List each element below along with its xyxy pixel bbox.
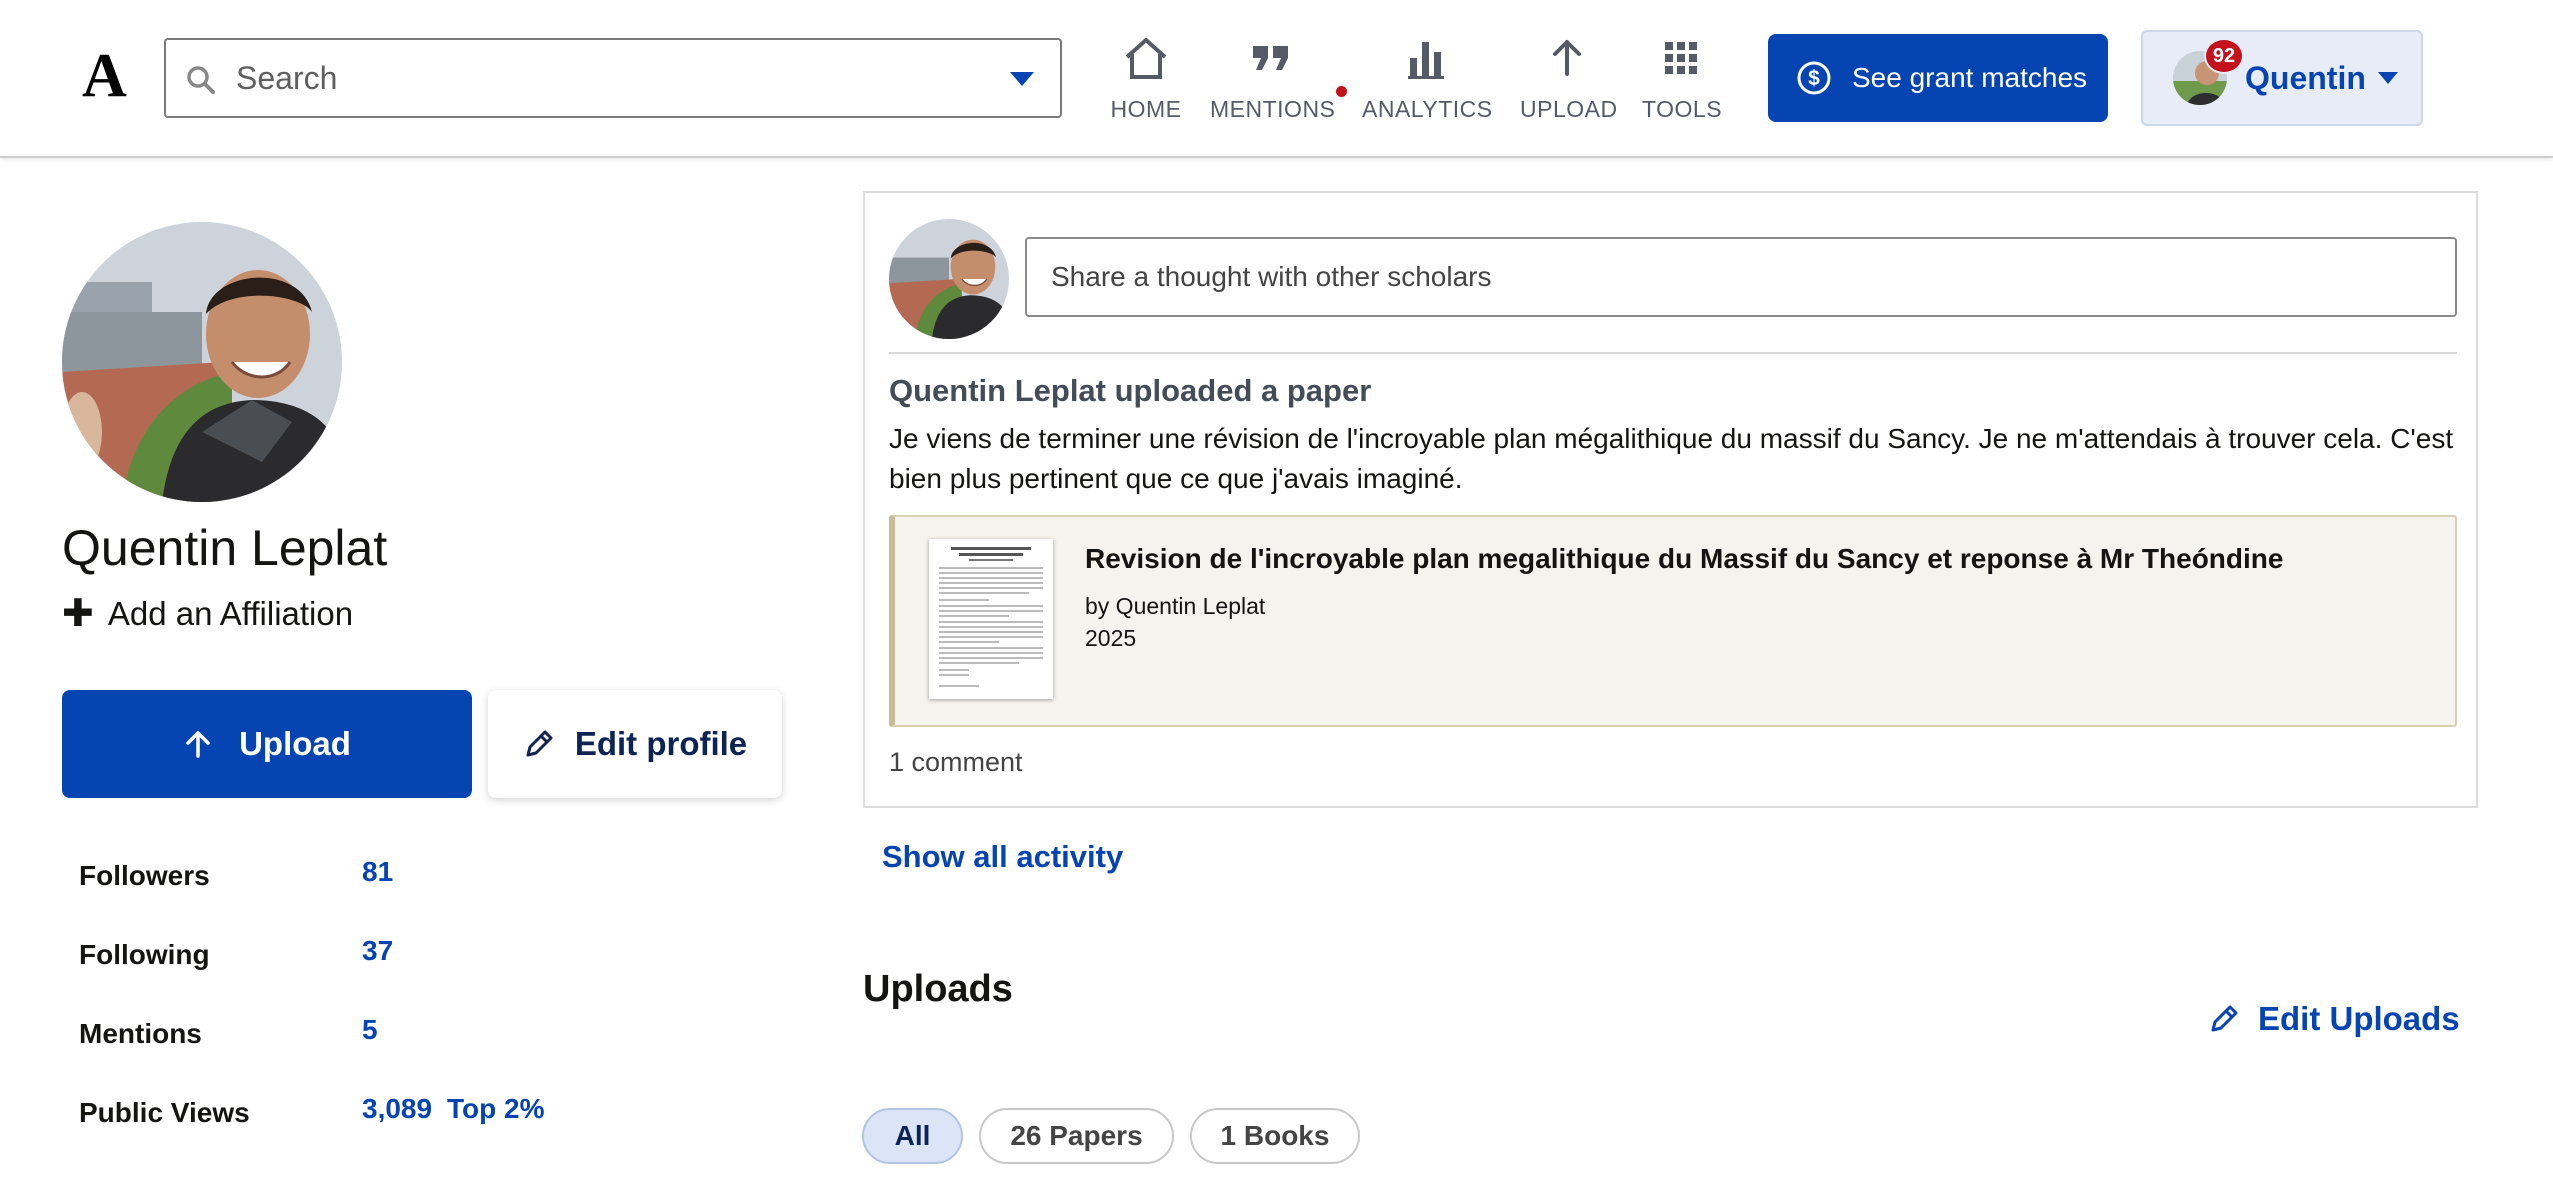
search-icon bbox=[187, 66, 215, 94]
search-input[interactable] bbox=[234, 50, 974, 106]
user-name: Quentin bbox=[2245, 59, 2366, 96]
paper-thumbnail[interactable] bbox=[929, 539, 1053, 699]
nav-tools-label: TOOLS bbox=[1642, 96, 1723, 122]
add-affiliation-label: Add an Affiliation bbox=[107, 595, 354, 632]
activity-feed-card: Quentin Leplat uploaded a paper Je viens… bbox=[863, 191, 2478, 808]
nav-upload[interactable]: UPLOAD bbox=[1520, 36, 1618, 126]
nav-analytics-label: ANALYTICS bbox=[1362, 96, 1493, 122]
svg-text:$: $ bbox=[1808, 67, 1820, 90]
filter-books-pill[interactable]: 1 Books bbox=[1190, 1108, 1360, 1164]
quote-icon bbox=[1253, 46, 1288, 70]
search-box[interactable] bbox=[164, 38, 1062, 118]
add-affiliation-link[interactable]: ✚ Add an Affiliation bbox=[62, 594, 353, 634]
arrow-up-icon bbox=[186, 731, 210, 758]
mentions-notification-dot bbox=[1336, 86, 1347, 97]
notification-count-badge: 92 bbox=[2204, 38, 2244, 74]
grid-icon bbox=[1665, 42, 1697, 74]
edit-uploads-label: Edit Uploads bbox=[2258, 1000, 2460, 1037]
stat-followers[interactable]: Followers 81 bbox=[79, 852, 639, 902]
top-navigation-bar: A HOME MENTIONS ANALYTICS bbox=[0, 0, 2553, 158]
nav-upload-label: UPLOAD bbox=[1520, 96, 1618, 122]
stat-label: Followers bbox=[79, 860, 210, 891]
show-all-activity-link[interactable]: Show all activity bbox=[882, 839, 1123, 875]
arrow-up-icon bbox=[1553, 40, 1581, 76]
search-dropdown-chevron-icon[interactable] bbox=[1010, 72, 1034, 86]
profile-photo bbox=[62, 222, 342, 502]
see-grant-matches-label: See grant matches bbox=[1852, 62, 2088, 93]
edit-profile-button[interactable]: Edit profile bbox=[488, 690, 782, 798]
stat-following[interactable]: Following 37 bbox=[79, 931, 639, 981]
upload-label: Upload bbox=[239, 725, 351, 762]
nav-mentions-label: MENTIONS bbox=[1210, 96, 1336, 122]
nav-analytics[interactable]: ANALYTICS bbox=[1362, 36, 1493, 126]
top-percentile-badge: Top 2% bbox=[447, 1093, 545, 1124]
comment-count-link[interactable]: 1 comment bbox=[889, 747, 1023, 778]
filter-all-pill[interactable]: All bbox=[862, 1108, 963, 1164]
composer-avatar bbox=[889, 219, 1009, 339]
activity-title[interactable]: Quentin Leplat uploaded a paper bbox=[889, 373, 1371, 409]
paper-card[interactable]: Revision de l'incroyable plan megalithiq… bbox=[889, 515, 2457, 727]
dollar-circle-icon: $ bbox=[1797, 61, 1831, 95]
filter-papers-pill[interactable]: 26 Papers bbox=[979, 1108, 1174, 1164]
upload-button[interactable]: Upload bbox=[62, 690, 472, 798]
stat-value[interactable]: 3,089 bbox=[362, 1093, 432, 1125]
paper-title[interactable]: Revision de l'incroyable plan megalithiq… bbox=[1085, 543, 2283, 575]
user-menu-chevron-icon bbox=[2377, 72, 2398, 84]
profile-name: Quentin Leplat bbox=[62, 520, 388, 576]
edit-uploads-button[interactable]: Edit Uploads bbox=[2208, 1000, 2460, 1038]
stat-mentions[interactable]: Mentions 5 bbox=[79, 1010, 639, 1060]
pencil-icon bbox=[2211, 1005, 2238, 1032]
nav-home[interactable]: HOME bbox=[1108, 36, 1184, 126]
activity-text: Je viens de terminer une révision de l'i… bbox=[889, 423, 2454, 494]
pencil-icon bbox=[526, 730, 553, 757]
bar-chart-icon bbox=[1408, 42, 1444, 79]
nav-tools[interactable]: TOOLS bbox=[1642, 36, 1723, 126]
stat-value[interactable]: 37 bbox=[362, 935, 393, 967]
stat-value[interactable]: 5 bbox=[362, 1014, 378, 1046]
stat-label: Public Views bbox=[79, 1097, 250, 1128]
feed-divider bbox=[889, 352, 2457, 354]
share-thought-input[interactable] bbox=[1025, 237, 2457, 317]
user-menu-button[interactable]: Quentin bbox=[2141, 30, 2423, 126]
see-grant-matches-button[interactable]: $ See grant matches bbox=[1768, 34, 2108, 122]
home-icon bbox=[1125, 38, 1167, 79]
paper-year: 2025 bbox=[1085, 625, 1137, 651]
uploads-heading: Uploads bbox=[863, 968, 1013, 1010]
stat-label: Following bbox=[79, 939, 210, 970]
edit-profile-label: Edit profile bbox=[574, 725, 748, 762]
nav-home-label: HOME bbox=[1110, 96, 1182, 122]
paper-author: by Quentin Leplat bbox=[1085, 593, 1266, 619]
stat-value[interactable]: 81 bbox=[362, 856, 393, 888]
stat-public-views[interactable]: Public Views 3,089 Top 2% bbox=[79, 1089, 639, 1139]
plus-icon: ✚ bbox=[62, 593, 94, 635]
academia-logo[interactable]: A bbox=[82, 40, 127, 112]
stat-label: Mentions bbox=[79, 1018, 202, 1049]
nav-mentions[interactable]: MENTIONS bbox=[1210, 36, 1336, 126]
